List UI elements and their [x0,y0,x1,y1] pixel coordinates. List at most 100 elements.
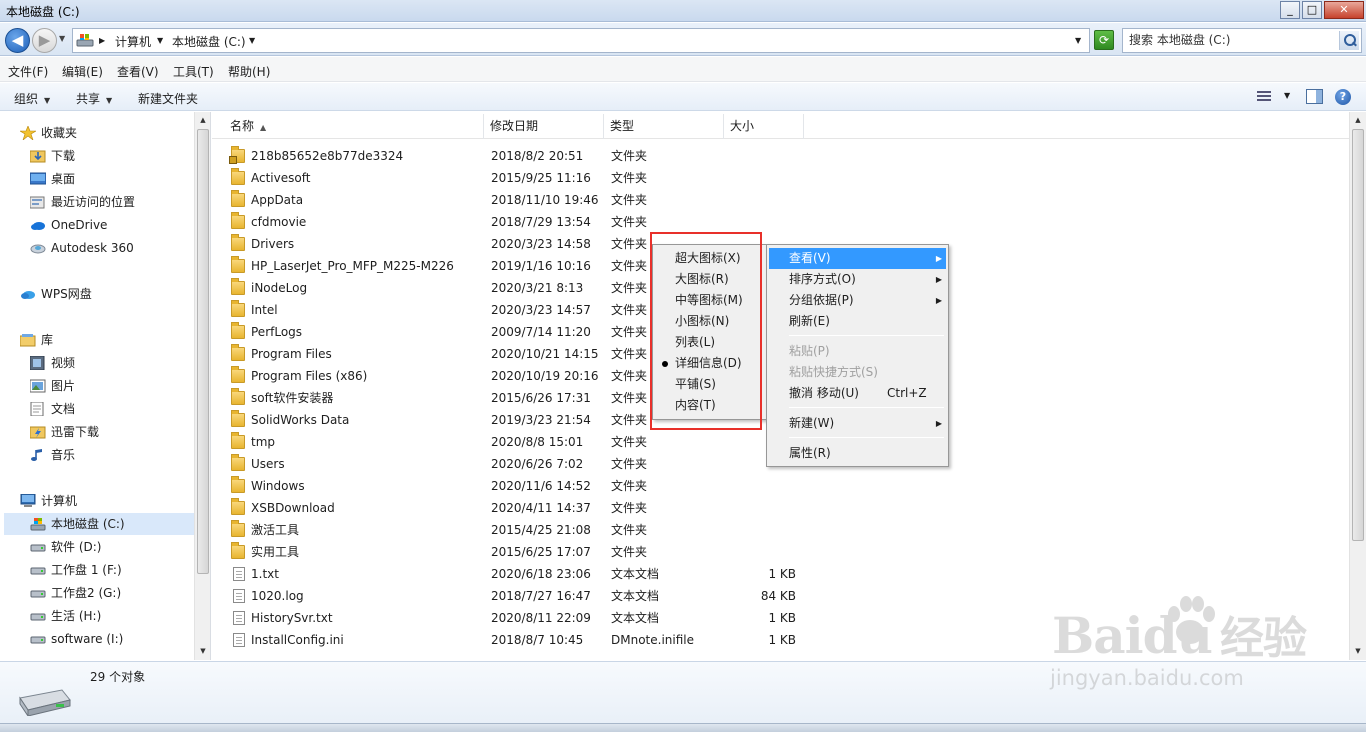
table-row[interactable]: cfdmovie 2018/7/29 13:54 文件夹 [212,211,1350,233]
forward-button[interactable]: ▶ [32,28,57,53]
breadcrumb-dropdown[interactable]: ▼ [249,36,255,45]
table-row[interactable]: AppData 2018/11/10 19:46 文件夹 [212,189,1350,211]
view-options-dropdown[interactable]: ▼ [1284,91,1290,100]
star-icon [20,126,36,140]
watermark-url: jingyan.baidu.com [1050,666,1244,690]
folder-icon [231,300,245,317]
scroll-thumb[interactable] [197,129,209,574]
preview-pane-icon[interactable] [1306,89,1323,104]
scroll-up-arrow[interactable]: ▲ [1350,112,1366,128]
file-name: 实用工具 [251,545,300,559]
baidu-jingyan-watermark: Baidu 经验 jingyan.baidu.com [1010,580,1310,700]
folder-icon [231,190,245,207]
file-size: 1 KB [768,611,796,625]
address-history-dropdown[interactable]: ▼ [1075,36,1081,45]
menu-help[interactable]: 帮助(H) [228,63,270,80]
column-header-type[interactable]: 类型 [604,114,724,139]
column-header-size[interactable]: 大小 [724,114,804,139]
scroll-thumb[interactable] [1352,129,1364,541]
menu-edit[interactable]: 编辑(E) [62,63,103,80]
file-list-scrollbar[interactable]: ▲ ▼ [1349,112,1366,660]
object-count: 29 个对象 [90,670,146,684]
folder-icon [231,212,245,229]
navigation-pane: 收藏夹 下载 桌面 最近访问的位置 OneDrive Autodesk 360 … [0,112,211,660]
file-type: 文件夹 [611,325,648,339]
folder-icon [231,520,245,537]
folder-icon [231,432,245,449]
table-row[interactable]: 218b85652e8b77de3324 2018/8/2 20:51 文件夹 [212,145,1350,167]
breadcrumb-local-disk[interactable]: 本地磁盘 (C:) [172,33,246,50]
folder-icon [231,542,245,559]
new-folder-button[interactable]: 新建文件夹 [138,90,198,107]
address-bar-area: ◀ ▶ ▼ ▶ 计算机 ▼ 本地磁盘 (C:) ▼ ▼ ⟳ [0,23,1366,56]
ctx-new[interactable]: 新建(W) ▶ [769,413,946,434]
file-name: tmp [251,435,276,449]
file-type: 文件夹 [611,413,648,427]
submenu-arrow-icon: ▶ [935,275,942,284]
document-icon [233,589,245,603]
file-type: 文本文档 [611,589,660,603]
ctx-group-by[interactable]: 分组依据(P) ▶ [769,290,946,311]
file-date: 2015/6/26 17:31 [491,391,591,405]
maximize-button[interactable]: □ [1302,1,1322,19]
folder-icon [231,234,245,251]
address-field[interactable]: ▶ 计算机 ▼ 本地磁盘 (C:) ▼ ▼ [72,28,1090,53]
table-row[interactable]: Activesoft 2015/9/25 11:16 文件夹 [212,167,1350,189]
drive-icon [30,567,46,575]
table-row[interactable]: 激活工具 2015/4/25 21:08 文件夹 [212,519,1350,541]
back-button[interactable]: ◀ [5,28,30,53]
column-header-name[interactable]: 名称 ▲ [224,114,484,139]
file-type: 文件夹 [611,303,648,317]
file-name: Program Files (x86) [251,369,368,383]
chevron-down-icon: ▼ [44,96,51,105]
table-row[interactable]: 实用工具 2015/6/25 17:07 文件夹 [212,541,1350,563]
share-button[interactable]: 共享 ▼ [76,90,112,107]
minimize-button[interactable]: _ [1280,1,1300,19]
ctx-sort-by[interactable]: 排序方式(O) ▶ [769,269,946,290]
search-input[interactable] [1123,29,1333,51]
breadcrumb-computer[interactable]: 计算机 [115,33,151,50]
library-icon [20,334,36,347]
breadcrumb-separator[interactable]: ▶ [99,36,105,45]
refresh-button[interactable]: ⟳ [1094,30,1114,50]
cloud-icon [31,222,45,230]
folder-icon [231,454,245,471]
menu-file[interactable]: 文件(F) [8,63,48,80]
scroll-down-arrow[interactable]: ▼ [195,643,210,659]
file-date: 2019/3/23 21:54 [491,413,591,427]
file-date: 2020/3/21 8:13 [491,281,584,295]
menu-tools[interactable]: 工具(T) [173,63,214,80]
ctx-view[interactable]: 查看(V) ▶ [769,248,946,269]
help-icon[interactable]: ? [1335,89,1351,105]
file-type: 文件夹 [611,391,648,405]
table-row[interactable]: Windows 2020/11/6 14:52 文件夹 [212,475,1350,497]
organize-button[interactable]: 组织 ▼ [14,90,50,107]
column-header-date[interactable]: 修改日期 [484,114,604,139]
ctx-undo-move[interactable]: 撤消 移动(U) Ctrl+Z [769,383,946,404]
downloads-folder-icon [30,150,46,163]
share-label: 共享 [76,92,101,106]
nav-item-drive-c[interactable]: 本地磁盘 (C:) [4,513,194,535]
file-name: soft软件安装器 [251,391,334,405]
menu-view[interactable]: 查看(V) [117,63,159,80]
change-view-icon[interactable] [1257,91,1273,103]
breadcrumb-separator[interactable]: ▼ [157,36,163,45]
recent-pages-dropdown[interactable]: ▼ [59,34,65,43]
wps-cloud-icon [21,291,35,299]
folder-icon [231,366,245,383]
close-button[interactable]: ✕ [1324,1,1364,19]
scroll-up-arrow[interactable]: ▲ [195,112,210,128]
scroll-down-arrow[interactable]: ▼ [1350,643,1366,659]
search-icon[interactable] [1339,31,1359,50]
file-type: 文件夹 [611,545,648,559]
file-type: 文件夹 [611,369,648,383]
ctx-refresh[interactable]: 刷新(E) [769,311,946,332]
shortcut-label: Ctrl+Z [887,386,927,400]
search-box[interactable] [1122,28,1362,53]
ctx-properties[interactable]: 属性(R) [769,443,946,464]
nav-scrollbar[interactable]: ▲ ▼ [194,112,210,660]
file-size: 1 KB [768,567,796,581]
file-name: Intel [251,303,278,317]
file-date: 2018/7/27 16:47 [491,589,591,603]
table-row[interactable]: XSBDownload 2020/4/11 14:37 文件夹 [212,497,1350,519]
